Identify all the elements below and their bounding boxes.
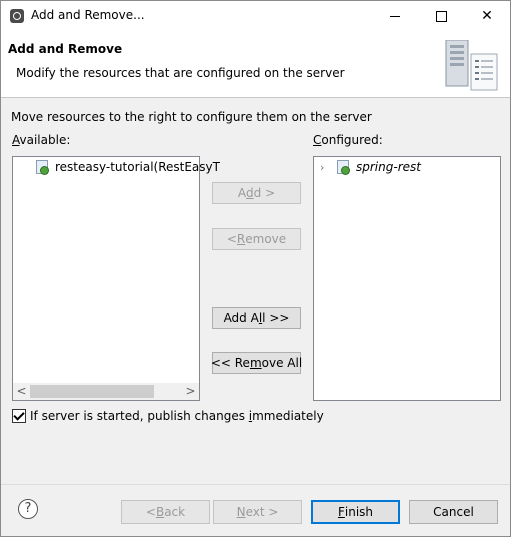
title-bar: Add and Remove... ✕ xyxy=(1,1,510,31)
add-all-button[interactable]: Add All >> xyxy=(212,307,301,329)
cancel-button[interactable]: Cancel xyxy=(409,500,498,524)
help-icon[interactable]: ? xyxy=(18,499,38,519)
back-button[interactable]: < Back xyxy=(121,500,210,524)
list-item[interactable]: › spring-rest xyxy=(320,160,421,175)
available-list[interactable]: resteasy-tutorial(RestEasyT < > xyxy=(12,156,220,401)
configured-list[interactable]: › spring-rest xyxy=(313,156,501,401)
horizontal-scrollbar[interactable]: < > xyxy=(13,383,199,400)
minimize-button[interactable] xyxy=(372,1,418,31)
banner-title: Add and Remove xyxy=(8,42,123,56)
publish-checkbox[interactable] xyxy=(12,409,26,423)
available-label: Available: xyxy=(12,133,71,147)
next-button[interactable]: Next > xyxy=(213,500,302,524)
remove-all-button[interactable]: << Re m ove All xyxy=(211,352,302,374)
web-project-icon xyxy=(35,160,49,175)
window-title: Add and Remove... xyxy=(31,8,145,22)
maximize-button[interactable] xyxy=(418,1,464,31)
dialog-window: Add and Remove... ✕ Add and Remove Modif… xyxy=(0,0,511,537)
instruction-text: Move resources to the right to configure… xyxy=(11,110,372,124)
wizard-banner: Add and Remove Modify the resources that… xyxy=(1,31,510,98)
list-item-label: resteasy-tutorial(RestEasyT xyxy=(55,160,220,174)
scroll-right-icon[interactable]: > xyxy=(182,384,199,399)
maximize-icon xyxy=(435,10,447,22)
close-button[interactable]: ✕ xyxy=(464,1,510,31)
publish-checkbox-row[interactable]: If server is started, publish changes im… xyxy=(12,409,324,423)
minimize-icon xyxy=(390,15,400,17)
eclipse-app-icon xyxy=(10,9,24,23)
web-project-icon xyxy=(336,160,350,175)
add-button[interactable]: Add > xyxy=(212,182,301,204)
list-item[interactable]: resteasy-tutorial(RestEasyT xyxy=(35,160,220,175)
scrollbar-thumb[interactable] xyxy=(30,385,154,398)
publish-checkbox-label: If server is started, publish changes im… xyxy=(30,409,324,423)
scroll-left-icon[interactable]: < xyxy=(13,384,30,399)
server-icon xyxy=(445,40,498,91)
remove-button[interactable]: < Remove xyxy=(212,228,301,250)
list-item-label: spring-rest xyxy=(356,160,421,174)
close-icon: ✕ xyxy=(481,8,493,24)
expand-chevron-icon[interactable]: › xyxy=(320,161,330,174)
configured-label: Configured: xyxy=(313,133,383,147)
banner-description: Modify the resources that are configured… xyxy=(16,66,345,80)
finish-button[interactable]: Finish xyxy=(311,500,400,524)
